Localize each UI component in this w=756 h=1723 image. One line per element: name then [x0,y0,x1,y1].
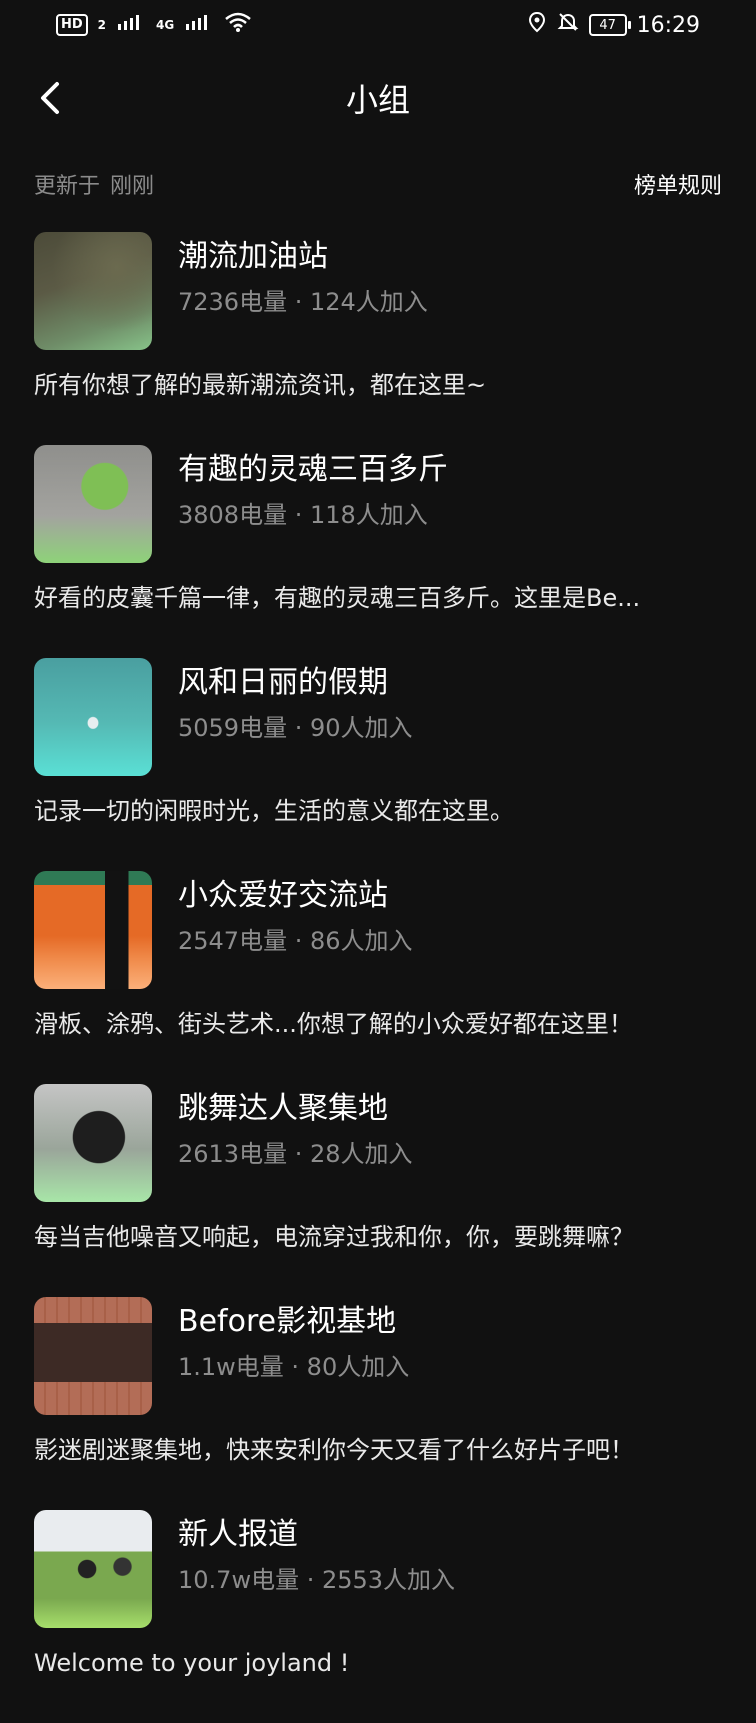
group-description: 所有你想了解的最新潮流资讯，都在这里~ [34,371,487,399]
wifi-icon [224,11,252,39]
group-thumbnail [34,658,152,776]
group-name: 风和日丽的假期 [178,665,388,700]
page-title: 小组 [345,81,410,119]
group-description: 滑板、涂鸦、街头艺术...你想了解的小众爱好都在这里！ [34,1010,633,1038]
group-item[interactable]: 新人报道 10.7w电量 · 2553人加入 Welcome to your j… [34,1510,722,1723]
group-stats: 10.7w电量 · 2553人加入 [178,1566,456,1594]
group-thumbnail [34,1510,152,1628]
group-description: 好看的皮囊千篇一律，有趣的灵魂三百多斤。这里是Be... [34,584,641,612]
group-thumbnail [34,445,152,563]
nav-bar: 小组 [0,58,756,138]
group-thumbnail [34,232,152,350]
group-item[interactable]: 有趣的灵魂三百多斤 3808电量 · 118人加入 好看的皮囊千篇一律，有趣的灵… [34,445,722,658]
group-description: 每当吉他噪音又响起，电流穿过我和你，你，要跳舞嘛？ [34,1223,634,1251]
network-type: 4G [156,18,175,32]
group-stats: 2613电量 · 28人加入 [178,1140,413,1168]
updated-info: 更新于 刚刚 [34,168,164,200]
group-name: 潮流加油站 [178,239,328,274]
group-stats: 5059电量 · 90人加入 [178,714,413,742]
group-item[interactable]: Before影视基地 1.1w电量 · 80人加入 影迷剧迷聚集地，快来安利你今… [34,1297,722,1510]
status-bar: HD 2 4G 47 16:29 [0,0,756,50]
group-stats: 2547电量 · 86人加入 [178,927,413,955]
group-item[interactable]: 跳舞达人聚集地 2613电量 · 28人加入 每当吉他噪音又响起，电流穿过我和你… [34,1084,722,1297]
group-list: 潮流加油站 7236电量 · 124人加入 所有你想了解的最新潮流资讯，都在这里… [34,232,722,1723]
back-button[interactable] [30,78,70,118]
group-description: Welcome to your joyland ! [34,1649,350,1677]
group-thumbnail [34,1297,152,1415]
group-item[interactable]: 潮流加油站 7236电量 · 124人加入 所有你想了解的最新潮流资讯，都在这里… [34,232,722,445]
group-description: 影迷剧迷聚集地，快来安利你今天又看了什么好片子吧！ [34,1436,634,1464]
updated-prefix: 更新于 [34,174,101,199]
group-item[interactable]: 风和日丽的假期 5059电量 · 90人加入 记录一切的闲暇时光，生活的意义都在… [34,658,722,871]
status-left: HD 2 4G [56,11,252,39]
group-name: Before影视基地 [178,1304,397,1339]
signal-icon-2 [184,12,214,38]
group-item[interactable]: 小众爱好交流站 2547电量 · 86人加入 滑板、涂鸦、街头艺术...你想了解… [34,871,722,1084]
group-name: 跳舞达人聚集地 [178,1091,388,1126]
status-right: 47 16:29 [527,11,700,39]
location-icon [527,11,547,39]
group-stats: 7236电量 · 124人加入 [178,288,428,316]
chevron-left-icon [41,82,59,114]
group-name: 小众爱好交流站 [178,878,388,913]
sim-number: 2 [97,18,107,32]
updated-value: 刚刚 [110,174,155,199]
mute-bell-icon [557,11,579,39]
meta-row: 更新于 刚刚 榜单规则 [34,168,722,200]
signal-icon [116,12,146,38]
group-stats: 1.1w电量 · 80人加入 [178,1353,410,1381]
group-description: 记录一切的闲暇时光，生活的意义都在这里。 [34,797,514,825]
hd-badge: HD [56,14,88,36]
group-name: 新人报道 [178,1517,298,1552]
group-stats: 3808电量 · 118人加入 [178,501,428,529]
group-thumbnail [34,871,152,989]
battery-icon: 47 [588,14,631,36]
group-thumbnail [34,1084,152,1202]
clock: 16:29 [636,12,700,38]
rank-rules-link[interactable]: 榜单规则 [634,168,722,200]
group-name: 有趣的灵魂三百多斤 [178,452,448,487]
